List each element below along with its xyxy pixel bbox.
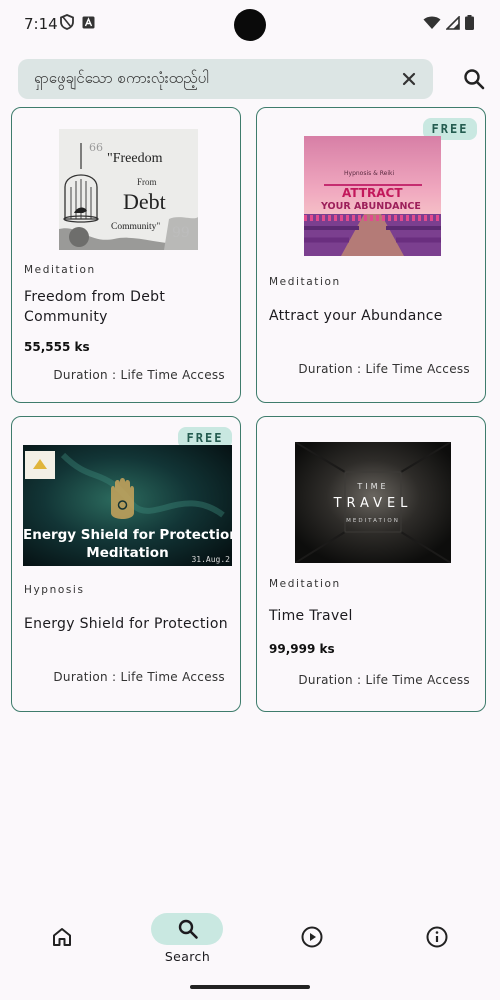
- gesture-handle[interactable]: [190, 985, 310, 989]
- course-title: Freedom from Debt Community: [24, 289, 166, 325]
- course-duration: Duration : Life Time Access: [53, 368, 225, 382]
- course-title: Time Travel: [269, 608, 353, 624]
- course-duration: Duration : Life Time Access: [298, 673, 470, 687]
- course-card[interactable]: FREE Energy Shield for Protection Medita…: [11, 416, 241, 712]
- course-price: 55,555 ks: [24, 340, 90, 354]
- search-input[interactable]: [32, 59, 396, 101]
- course-card[interactable]: TIME TRAVEL MEDITATION Meditation Time T…: [256, 416, 486, 712]
- svg-text:66: 66: [89, 141, 103, 154]
- gesture-bar: [0, 975, 500, 1000]
- course-category: Meditation: [269, 276, 341, 288]
- bottom-navigation: Search: [0, 895, 500, 975]
- wifi-icon: [423, 16, 441, 29]
- course-card[interactable]: 66 99 "Freedom From Debt Community" Medi…: [11, 107, 241, 403]
- course-category: Hypnosis: [24, 584, 85, 596]
- thumbnail-text-sub: YOUR ABUNDANCE: [321, 201, 421, 212]
- course-thumbnail: TIME TRAVEL MEDITATION: [295, 442, 451, 563]
- thumbnail-text-line1: TIME: [357, 482, 389, 491]
- course-duration: Duration : Life Time Access: [53, 670, 225, 684]
- camera-cutout: [234, 9, 266, 41]
- thumbnail-text-from: From: [137, 177, 157, 187]
- svg-text:99: 99: [172, 225, 190, 241]
- info-icon: [426, 926, 448, 948]
- thumbnail-text-main: ATTRACT: [342, 186, 403, 200]
- course-title: Attract your Abundance: [269, 308, 443, 324]
- thumbnail-text-community: Community": [111, 222, 161, 232]
- course-category: Meditation: [24, 264, 96, 276]
- thumbnail-text-date: 31.Aug.2: [191, 555, 230, 564]
- play-circle-icon: [301, 926, 323, 948]
- search-button[interactable]: [462, 67, 486, 91]
- thumbnail-text-top: Hypnosis & Reiki: [344, 170, 395, 177]
- status-time: 7:14: [24, 15, 58, 33]
- course-category: Meditation: [269, 578, 341, 590]
- course-duration: Duration : Life Time Access: [298, 362, 470, 376]
- search-icon: [178, 919, 198, 939]
- clear-search-button[interactable]: [399, 69, 419, 89]
- nav-label-search: Search: [164, 949, 211, 964]
- search-box: [18, 59, 433, 101]
- thumbnail-text-line2: TRAVEL: [333, 496, 413, 511]
- thumbnail-text-debt: Debt: [123, 189, 166, 214]
- nav-item-search[interactable]: Search: [125, 895, 250, 975]
- nav-item-home[interactable]: [0, 895, 125, 975]
- course-thumbnail: Hypnosis & Reiki ATTRACT YOUR ABUNDANCE: [304, 136, 441, 256]
- nav-item-info[interactable]: [375, 895, 500, 975]
- app-notification-icon: [82, 16, 95, 28]
- course-price: 99,999 ks: [269, 642, 335, 656]
- nav-item-player[interactable]: [250, 895, 375, 975]
- cell-signal-icon: [446, 15, 460, 30]
- thumbnail-text-line3: MEDITATION: [346, 518, 400, 524]
- battery-icon: [465, 15, 474, 30]
- thumbnail-text-line1: Energy Shield for Protection: [23, 527, 232, 543]
- course-title: Energy Shield for Protection: [24, 616, 228, 632]
- course-thumbnail: 66 99 "Freedom From Debt Community": [59, 129, 198, 250]
- shield-icon: [60, 14, 74, 30]
- course-thumbnail: Energy Shield for Protection Meditation …: [23, 445, 232, 566]
- close-icon: [402, 72, 416, 86]
- home-icon: [53, 928, 71, 946]
- status-bar: 7:14: [0, 0, 500, 50]
- course-card[interactable]: FREE Hypnosis & Reiki ATTRACT YOUR ABUND…: [256, 107, 486, 403]
- search-icon: [464, 69, 485, 90]
- thumbnail-text-quote: "Freedom: [107, 151, 163, 166]
